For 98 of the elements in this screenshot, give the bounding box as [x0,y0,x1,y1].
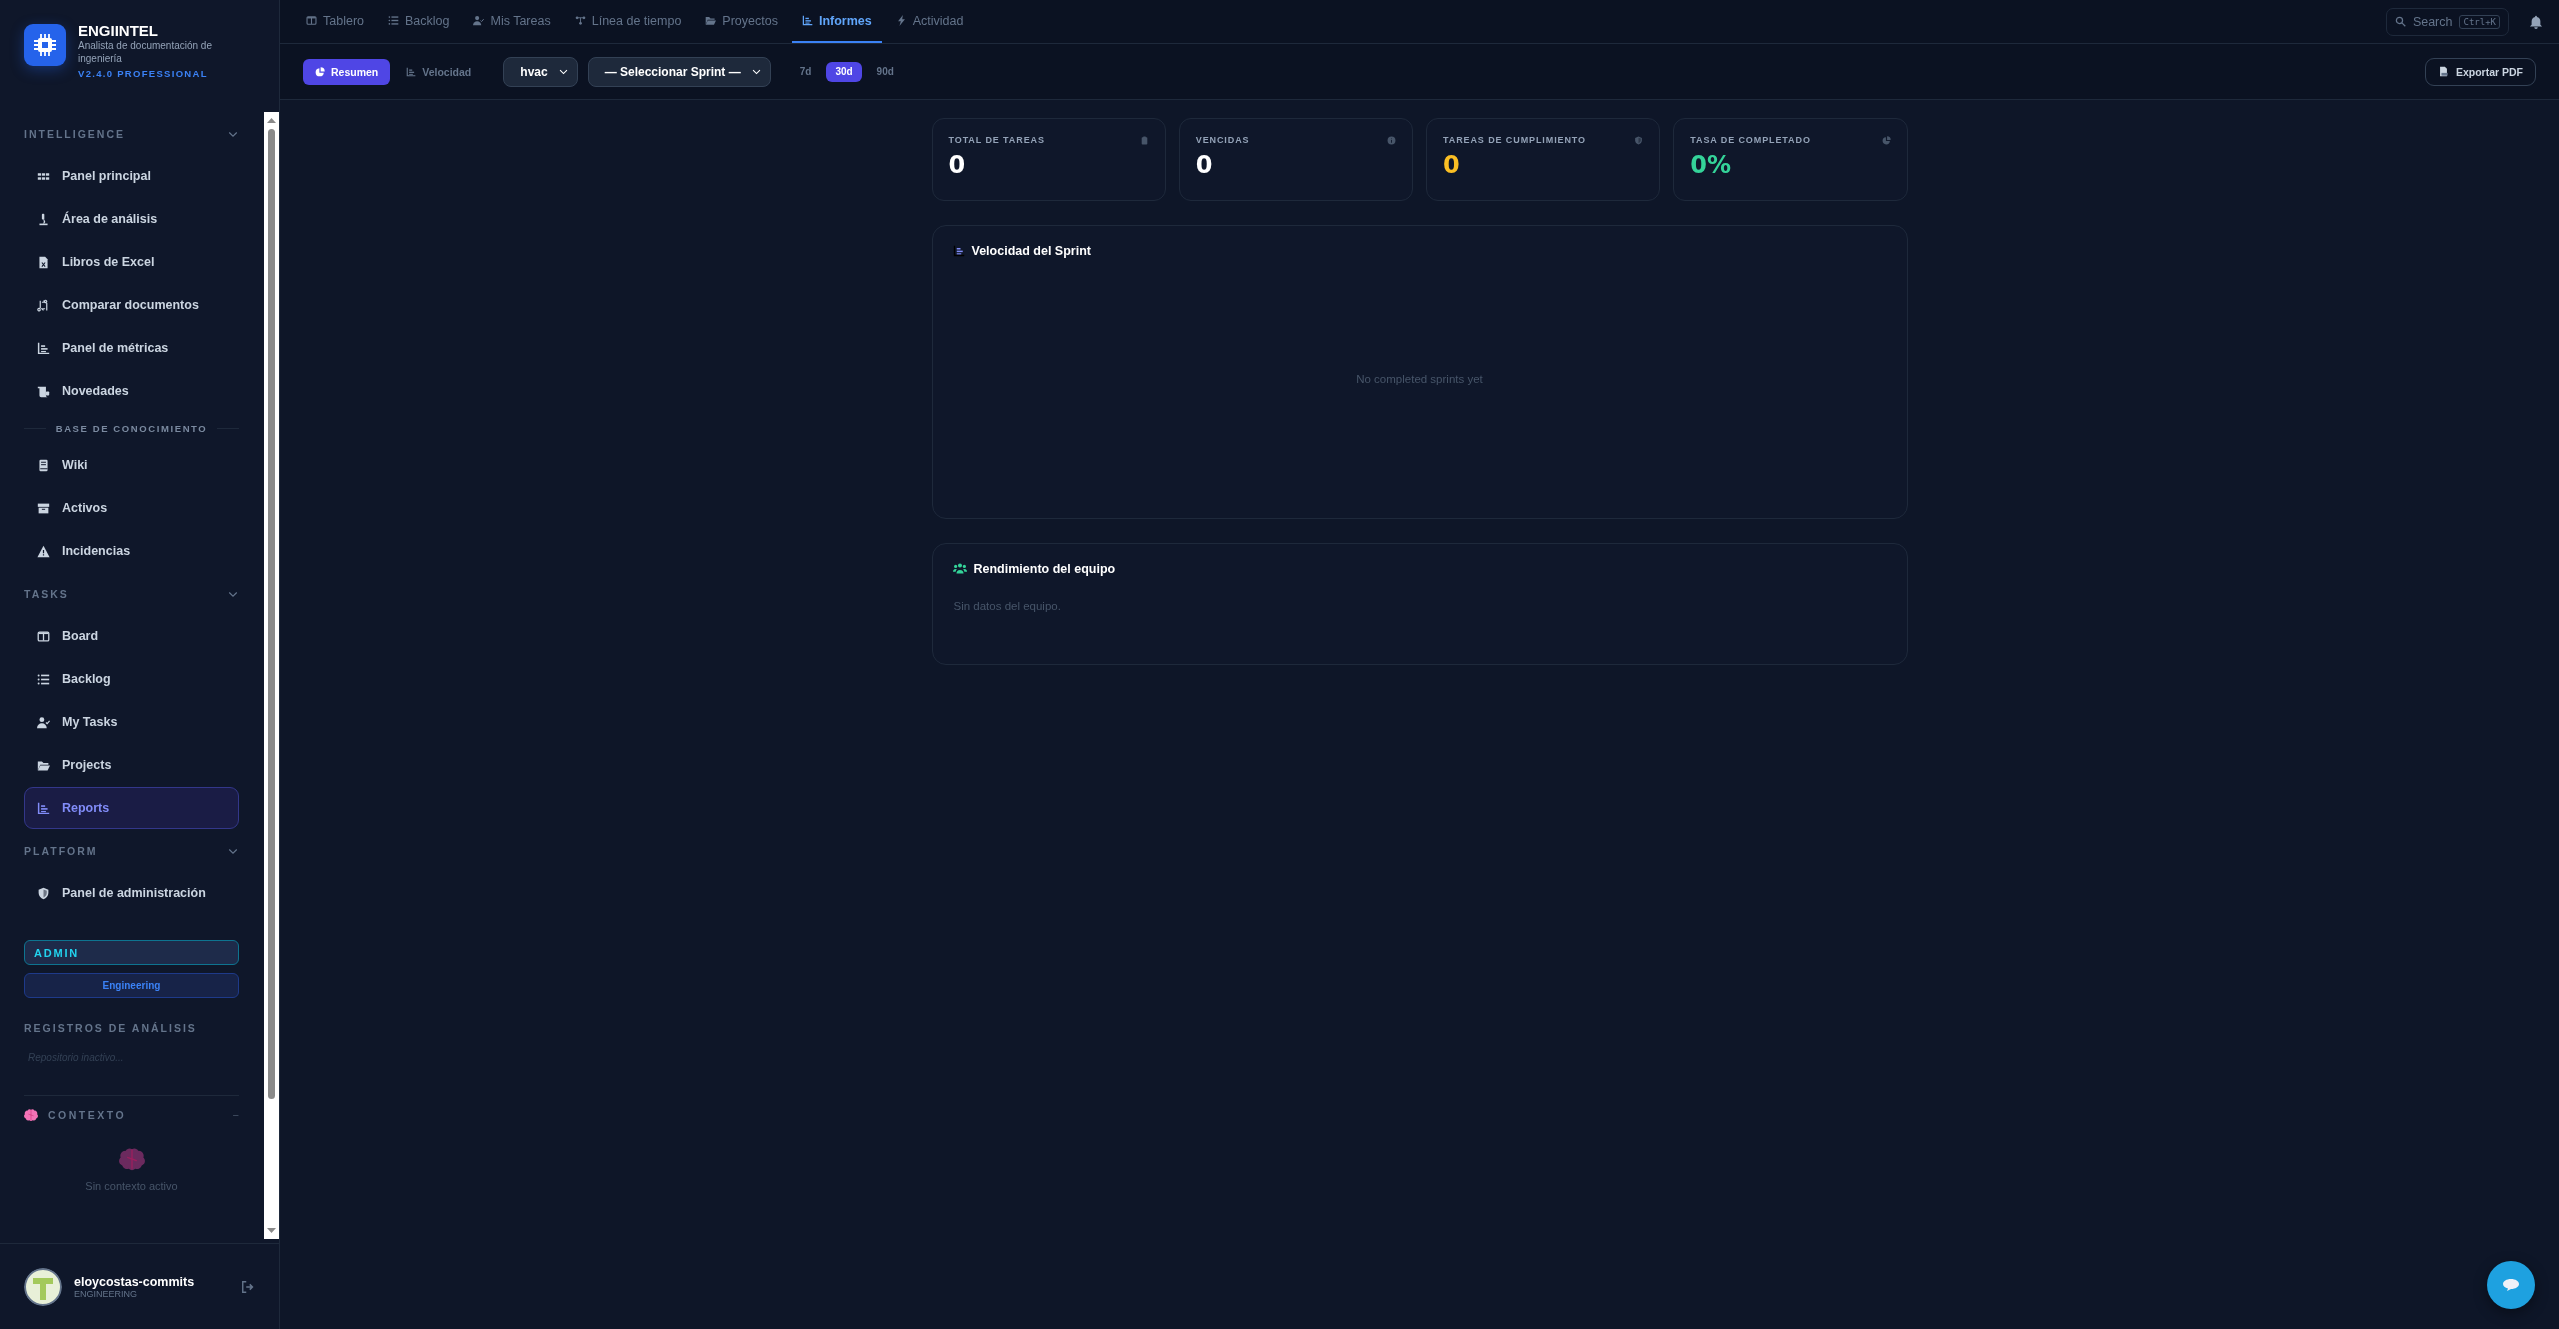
info-icon [1387,135,1396,145]
logout-button[interactable] [241,1279,255,1294]
brain-icon [24,1108,38,1122]
logout-icon [241,1279,255,1294]
microscope-icon [37,212,50,226]
spreadsheet-file-icon [37,255,50,269]
columns-icon [37,629,50,643]
notifications-button[interactable] [2529,14,2543,29]
section-title: INTELLIGENCE [24,128,125,140]
stat-value: 0 [1195,151,1214,179]
shield-icon [37,886,50,900]
bar-chart-icon [37,801,50,815]
columns-icon [306,15,317,26]
brain-icon [118,1146,145,1172]
list-icon [388,15,399,26]
nav-item[interactable]: Libros de Excel [24,241,239,283]
bell-icon [2529,14,2543,29]
section-title: PLATFORM [24,845,98,857]
shortcut-hint: Ctrl+K [2459,14,2500,29]
range-option[interactable]: 90d [867,61,903,82]
nav-item[interactable]: Wiki [24,444,239,486]
pdf-file-icon [2437,66,2449,77]
nav-item[interactable]: Backlog [24,658,239,700]
nav-item[interactable]: Panel principal [24,155,239,197]
nav-item[interactable]: My Tasks [24,701,239,743]
bar-chart-icon [406,66,417,77]
panel-title: Velocidad del Sprint [971,244,1091,258]
search-field[interactable]: Search Ctrl+K [2385,7,2509,36]
chat-button[interactable] [2487,1261,2535,1309]
nav-item[interactable]: Comparar documentos [24,284,239,326]
folder-icon [37,758,50,772]
section-title: TASKS [24,588,69,600]
brand-subtitle: Analista de documentación de ingeniería [78,39,213,65]
export-pdf-button[interactable]: Exportar PDF [2424,57,2536,86]
scrollbar[interactable] [264,112,279,1239]
nav-item[interactable]: Projects [24,744,239,786]
range-option[interactable]: 30d [826,61,862,82]
user-avatar[interactable] [24,1267,62,1306]
view-tab[interactable]: Resumen [303,58,391,85]
search-icon [2394,16,2406,27]
bar-chart-icon [37,341,50,355]
user-check-icon [473,15,485,26]
chat-bubble-icon [2502,1278,2520,1292]
team-badge: Engineering [24,973,239,998]
nav-tab[interactable]: Actividad [885,0,974,43]
bar-chart-icon [801,15,813,26]
stat-value: 0 [1443,151,1461,179]
sprint-select[interactable]: — Seleccionar Sprint — [587,56,771,87]
section-title: REGISTROS DE ANÁLISIS [24,1022,198,1034]
project-select[interactable]: hvac [503,56,578,87]
nav-item[interactable]: Panel de métricas [24,327,239,369]
swap-arrows-icon [37,298,50,312]
nav-tab[interactable]: Línea de tiempo [564,0,692,43]
nav-tab[interactable]: Backlog [378,0,460,43]
empty-state-text: No completed sprints yet [1356,373,1483,385]
nav-item[interactable]: Activos [24,487,239,529]
clipboard-icon [1139,135,1149,145]
list-icon [37,672,50,686]
nav-item[interactable]: Área de análisis [24,198,239,240]
warning-icon [37,544,50,558]
nav-item[interactable]: Incidencias [24,530,239,572]
nav-tab[interactable]: Tablero [296,0,374,43]
brand-name: ENGIINTEL [78,22,159,39]
stat-value: 0 [948,151,967,179]
user-team: ENGINEERING [74,1288,137,1299]
user-name: eloycostas-commits [74,1274,196,1289]
shield-icon [1634,135,1644,145]
section-title: CONTEXTO [48,1109,128,1121]
user-check-icon [37,715,50,729]
panel-title: Rendimiento del equipo [973,562,1116,576]
stat-label: VENCIDAS [1195,135,1250,145]
nav-item[interactable]: Panel de administración [24,872,239,914]
group-heading: BASE DE CONOCIMIENTO [24,413,239,443]
stat-value: 0% [1690,151,1732,179]
chip-icon [33,33,57,57]
view-tab[interactable]: Velocidad [394,58,484,85]
folder-icon [705,15,717,26]
nav-item[interactable]: Reports [24,787,239,829]
archive-icon [37,501,50,515]
bar-chart-icon [952,245,965,257]
stat-label: TASA DE COMPLETADO [1690,135,1811,145]
pie-chart-icon [1881,135,1891,145]
stat-label: TOTAL DE TAREAS [948,135,1045,145]
nav-tab[interactable]: Proyectos [695,0,788,43]
nav-item[interactable]: Novedades [24,370,239,412]
pie-chart-icon [315,66,325,77]
scroll-icon [37,384,50,398]
range-option[interactable]: 7d [790,61,821,82]
nav-item[interactable]: Board [24,615,239,657]
users-icon [952,562,967,576]
stat-label: TAREAS DE CUMPLIMIENTO [1443,135,1586,145]
empty-state-text: Sin datos del equipo. [953,600,1062,612]
version-label: V2.4.0 PROFESSIONAL [78,68,209,79]
role-badge: ADMIN [24,940,239,965]
nav-tab[interactable]: Mis Tareas [463,0,561,43]
timeline-icon [574,15,586,26]
empty-state-text: Sin contexto activo [85,1180,178,1192]
book-icon [37,458,50,472]
